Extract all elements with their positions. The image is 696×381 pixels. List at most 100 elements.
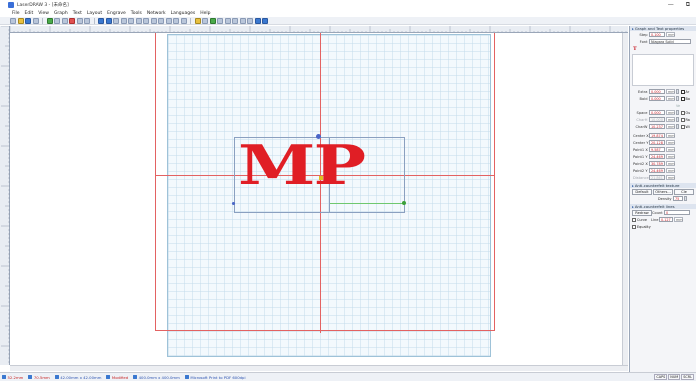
properties-panel: ▸ Graph and Text properties Step 0.100 mm…: [629, 26, 696, 372]
point1y-input[interactable]: 24.469: [649, 153, 665, 160]
ruler-ticks-top: [10, 26, 627, 32]
scrl-indicator: SCRL: [681, 374, 694, 380]
point2x-input[interactable]: 30.789: [649, 160, 665, 167]
charh-spinner[interactable]: [675, 116, 679, 123]
vertical-scrollbar[interactable]: [622, 33, 628, 365]
clear-button[interactable]: Cle: [674, 188, 694, 195]
outline-checkbox[interactable]: [680, 110, 685, 115]
zoom-out-icon[interactable]: [105, 17, 112, 24]
menu-layout[interactable]: Layout: [87, 11, 102, 16]
space-input[interactable]: 0.000: [649, 109, 665, 116]
extra-spinner[interactable]: [675, 88, 679, 95]
canvas-text-object[interactable]: MP: [238, 137, 410, 193]
save-icon[interactable]: [25, 17, 31, 24]
density-spinner[interactable]: [683, 195, 687, 202]
play-icon[interactable]: [209, 17, 216, 24]
horizontal-scrollbar[interactable]: [10, 365, 628, 371]
step-input[interactable]: 0.100: [649, 31, 665, 38]
center-x-input[interactable]: 19.874: [649, 132, 665, 139]
preview-icon[interactable]: [202, 17, 208, 24]
minimize-button[interactable]: —: [668, 1, 674, 8]
charw-input[interactable]: 10.237: [649, 123, 665, 130]
stop-icon[interactable]: [224, 17, 231, 24]
charh-input[interactable]: 10.000: [649, 116, 665, 123]
center-x-row: Center X 19.874 mm: [633, 132, 675, 139]
bold-checkbox[interactable]: [680, 96, 685, 101]
charw-unit: mm: [666, 123, 675, 130]
point2y-input[interactable]: 24.469: [649, 167, 665, 174]
bold-input[interactable]: 0.000: [649, 95, 665, 102]
rotate-icon[interactable]: [180, 17, 187, 24]
menu-help[interactable]: Help: [200, 11, 210, 16]
width-checkbox[interactable]: [680, 124, 685, 129]
curve-checkbox[interactable]: [632, 217, 636, 222]
polygon-icon[interactable]: [150, 17, 157, 24]
space-spinner[interactable]: [675, 109, 679, 116]
radial-checkbox[interactable]: [680, 117, 685, 122]
align-icon[interactable]: [158, 17, 164, 24]
menu-text[interactable]: Text: [73, 11, 82, 16]
rotation-handle[interactable]: [316, 134, 321, 139]
distance-input: 21.861: [649, 174, 665, 181]
extra-input[interactable]: 0.000: [649, 88, 665, 95]
copy-icon[interactable]: [54, 17, 60, 24]
pause-icon[interactable]: [217, 17, 223, 24]
end-point-handle[interactable]: [402, 201, 406, 205]
menu-tools[interactable]: Tools: [131, 11, 142, 16]
point1x-input[interactable]: 9.587: [649, 146, 665, 153]
start-point-handle[interactable]: [232, 202, 235, 205]
restore-button[interactable]: ⧉: [686, 1, 690, 9]
menu-graph[interactable]: Graph: [54, 11, 68, 16]
default-button[interactable]: Default: [632, 188, 652, 195]
equality-checkbox[interactable]: [632, 224, 636, 229]
title-bar: LaserDRAW 3 - [未命名] — ⧉: [0, 0, 696, 9]
engrave-icon[interactable]: [194, 17, 201, 24]
line-input[interactable]: 0.127: [659, 216, 673, 223]
ellipse-icon[interactable]: [135, 17, 142, 24]
cut-icon[interactable]: [46, 17, 53, 24]
step-unit-select[interactable]: mm: [666, 31, 675, 38]
device-icon[interactable]: [262, 17, 268, 24]
menu-view[interactable]: View: [38, 11, 49, 16]
others-button[interactable]: Others...: [653, 188, 673, 195]
text-icon[interactable]: [143, 17, 149, 24]
menu-edit[interactable]: Edit: [25, 11, 34, 16]
zoom-in-icon[interactable]: [98, 17, 104, 24]
redo-icon[interactable]: [84, 17, 90, 24]
delete-icon[interactable]: [69, 17, 75, 24]
arc-checkbox[interactable]: [680, 89, 685, 94]
open-icon[interactable]: [17, 17, 24, 24]
curve-line-row: Curve Line 0.127 mm: [630, 216, 696, 223]
menu-network[interactable]: Network: [147, 11, 166, 16]
menu-file[interactable]: File: [12, 11, 20, 16]
layer-icon[interactable]: [239, 17, 246, 24]
frame-icon[interactable]: [232, 17, 238, 24]
print-icon[interactable]: [32, 17, 39, 24]
count-input[interactable]: 0: [664, 209, 690, 216]
center-y-input[interactable]: 20.128: [649, 139, 665, 146]
laser-icon[interactable]: [254, 17, 261, 24]
new-icon[interactable]: [10, 17, 16, 24]
charh-unit: mm: [666, 116, 675, 123]
anchor-point[interactable]: [319, 176, 323, 180]
bold-unit: mm: [666, 95, 675, 102]
toolbar-separator: [190, 17, 191, 24]
paste-icon[interactable]: [61, 17, 68, 24]
menu-engrave[interactable]: Engrave: [107, 11, 126, 16]
redraw-button[interactable]: Redraw: [632, 209, 652, 216]
select-icon[interactable]: [113, 17, 119, 24]
mirror-icon[interactable]: [173, 17, 179, 24]
rect-icon[interactable]: [128, 17, 134, 24]
status-printer: Microsoft Print to PDF 600dpi: [184, 375, 246, 380]
font-select[interactable]: Niagara Solid: [649, 38, 691, 45]
drawing-canvas[interactable]: MP: [10, 33, 628, 365]
group-icon[interactable]: [165, 17, 172, 24]
undo-icon[interactable]: [76, 17, 83, 24]
line-icon[interactable]: [120, 17, 127, 24]
charw-spinner[interactable]: [675, 123, 679, 130]
menu-languages[interactable]: Languages: [171, 11, 196, 16]
bold-spinner[interactable]: [675, 95, 679, 102]
caps-indicator: CAPS: [654, 374, 668, 380]
grid-icon[interactable]: [247, 17, 253, 24]
density-input[interactable]: 75: [673, 195, 683, 202]
